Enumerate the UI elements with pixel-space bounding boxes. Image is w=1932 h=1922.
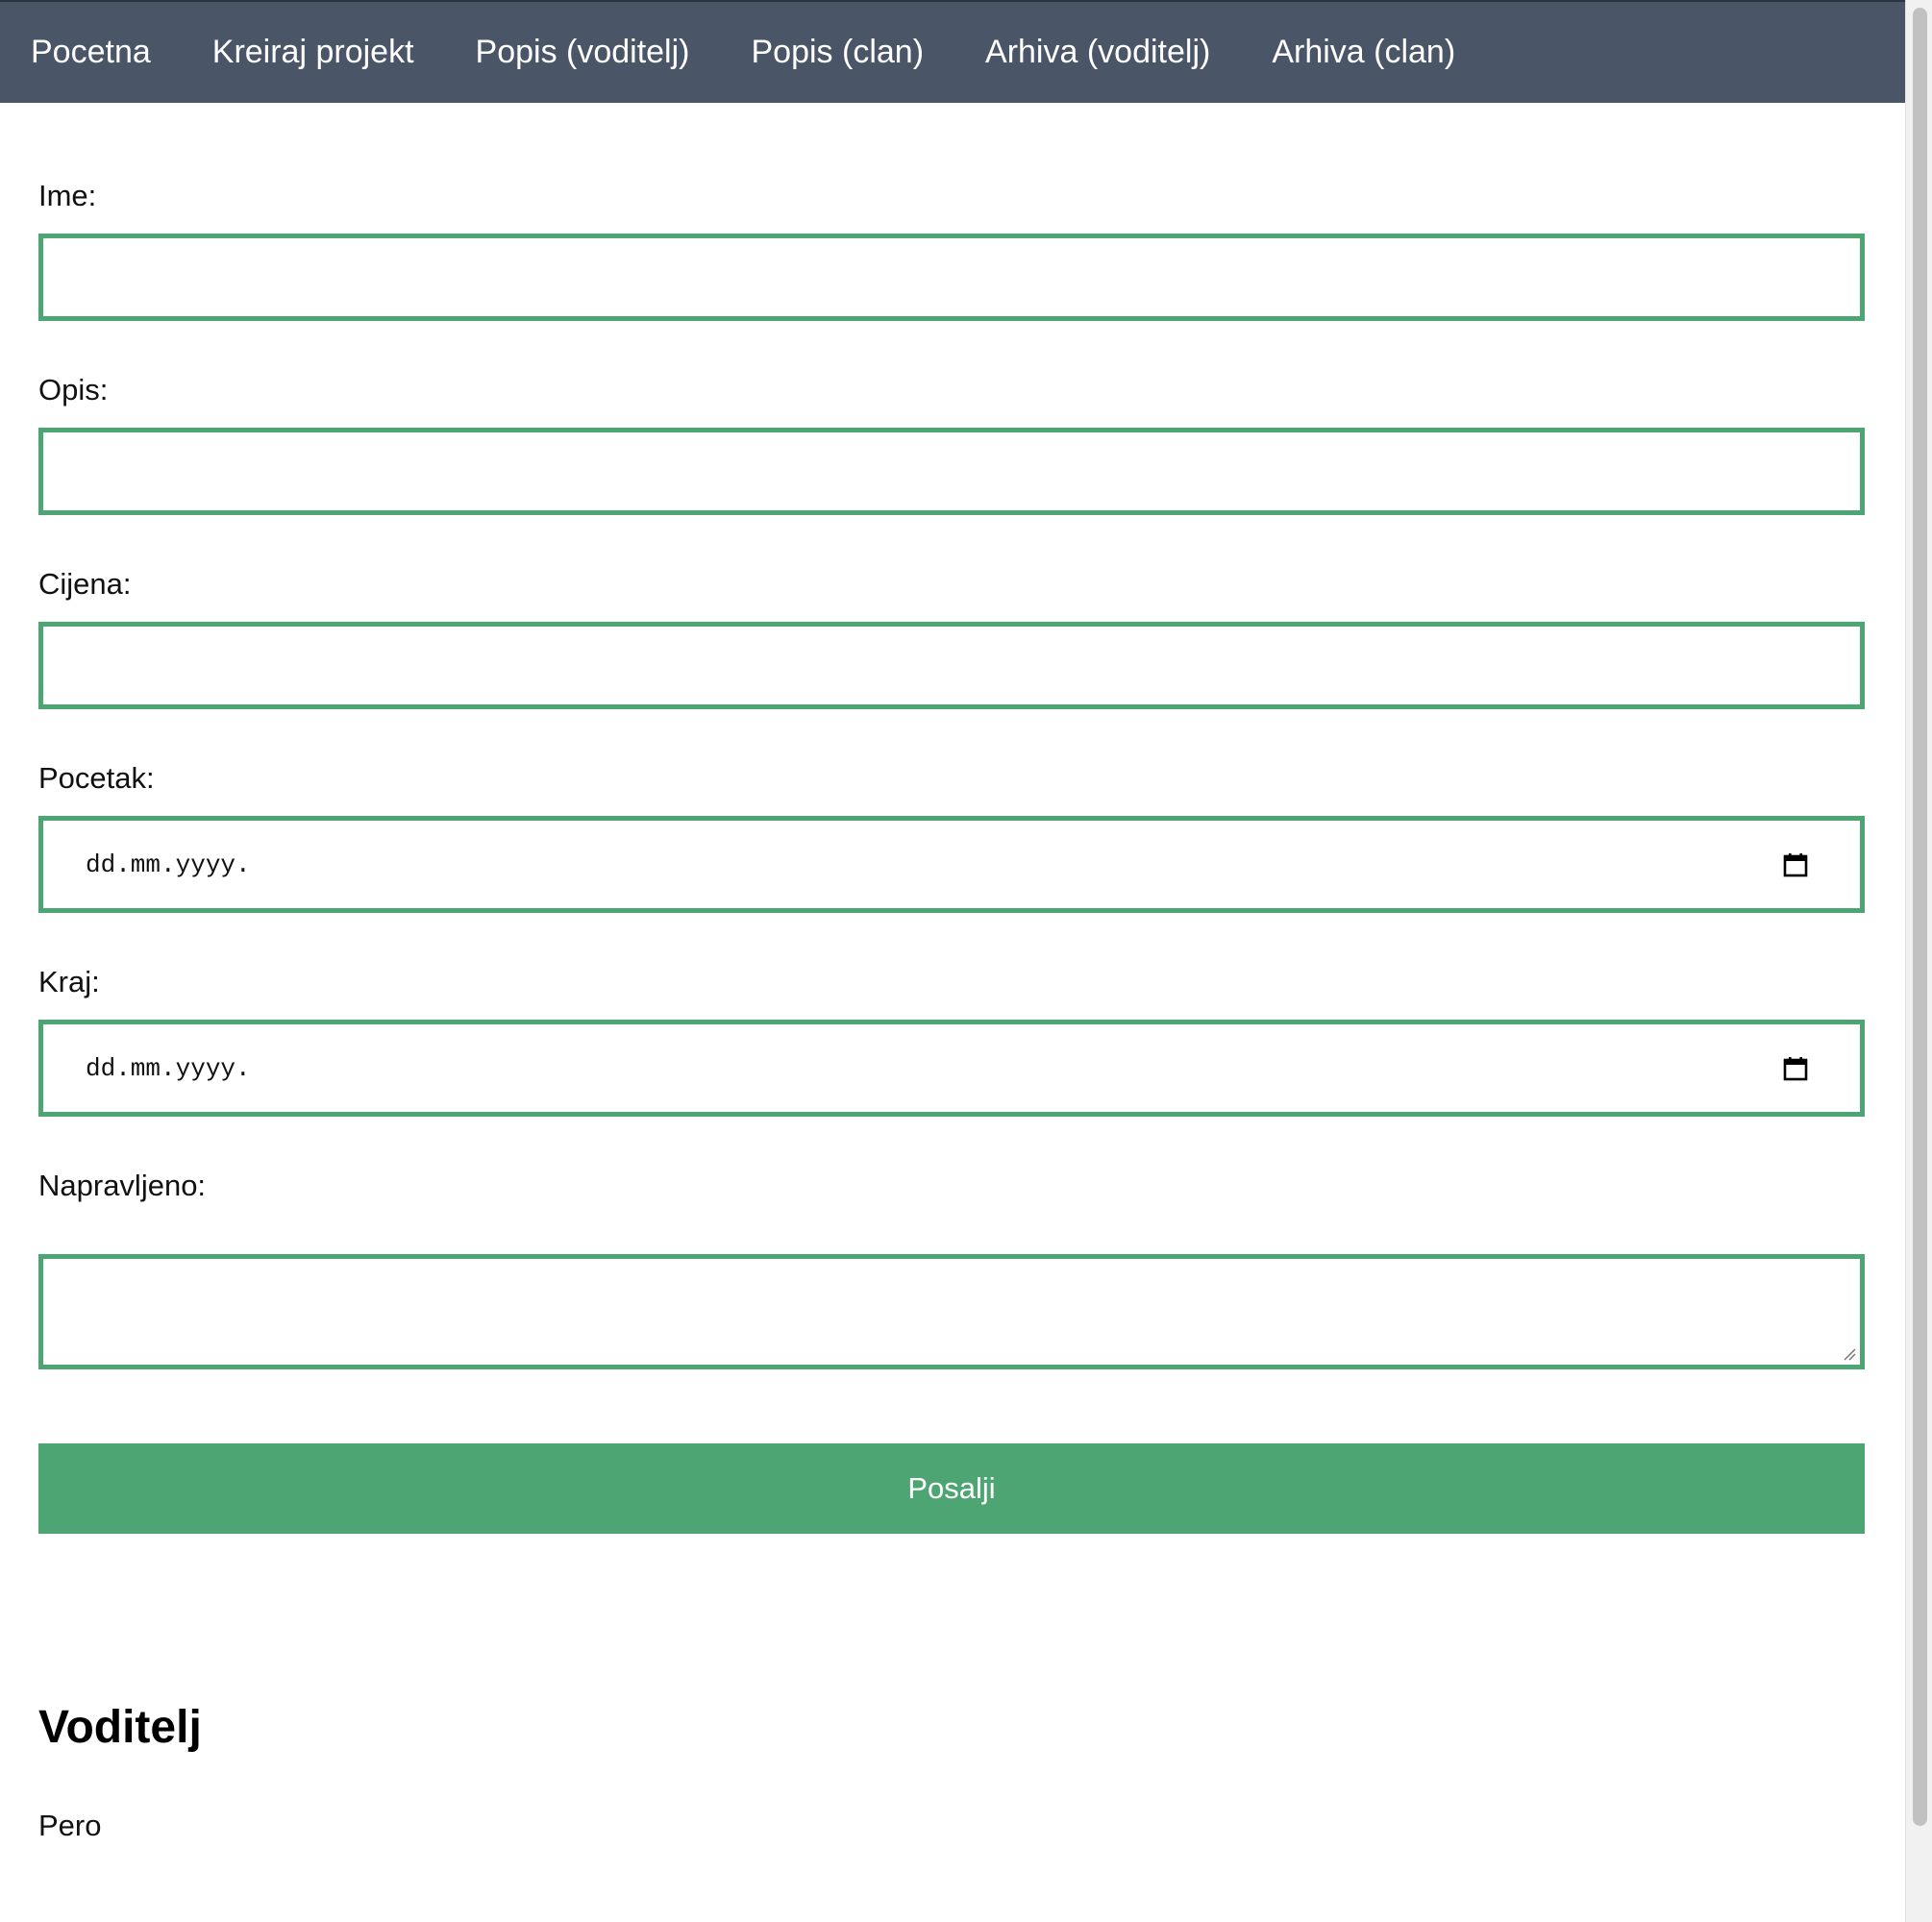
vertical-scrollbar[interactable] [1905, 0, 1932, 1922]
leader-name: Pero [38, 1809, 102, 1842]
price-input[interactable] [43, 627, 1860, 704]
done-label: Napravljeno: [38, 1169, 207, 1202]
nav-item-kreiraj-projekt[interactable]: Kreiraj projekt [212, 34, 414, 71]
end-date-input[interactable]: dd.mm.yyyy. [38, 1020, 1865, 1117]
start-date-placeholder: dd.mm.yyyy. [86, 850, 251, 879]
nav-item-popis-voditelj[interactable]: Popis (voditelj) [476, 34, 690, 71]
description-label: Opis: [38, 373, 109, 407]
top-navbar: Pocetna Kreiraj projekt Popis (voditelj)… [0, 0, 1905, 103]
start-date-label: Pocetak: [38, 761, 155, 795]
name-input[interactable] [43, 238, 1860, 316]
scrollbar-thumb[interactable] [1913, 8, 1927, 1826]
done-textarea[interactable] [43, 1259, 1860, 1365]
nav-item-arhiva-clan[interactable]: Arhiva (clan) [1272, 34, 1455, 71]
start-date-input[interactable]: dd.mm.yyyy. [38, 816, 1865, 913]
submit-button[interactable]: Posalji [38, 1443, 1865, 1534]
name-field-box [38, 234, 1865, 321]
price-field-box [38, 622, 1865, 709]
calendar-icon[interactable] [1783, 1056, 1808, 1081]
description-input[interactable] [43, 432, 1860, 510]
end-date-placeholder: dd.mm.yyyy. [86, 1053, 251, 1083]
resize-grip-icon[interactable] [1843, 1347, 1856, 1361]
done-textarea-box [38, 1254, 1865, 1369]
price-label: Cijena: [38, 567, 132, 601]
end-date-label: Kraj: [38, 965, 100, 998]
description-field-box [38, 428, 1865, 515]
calendar-icon[interactable] [1783, 852, 1808, 877]
leader-heading: Voditelj [38, 1702, 202, 1753]
nav-item-arhiva-voditelj[interactable]: Arhiva (voditelj) [985, 34, 1210, 71]
nav-item-pocetna[interactable]: Pocetna [31, 34, 151, 71]
nav-item-popis-clan[interactable]: Popis (clan) [752, 34, 925, 71]
name-label: Ime: [38, 179, 97, 212]
